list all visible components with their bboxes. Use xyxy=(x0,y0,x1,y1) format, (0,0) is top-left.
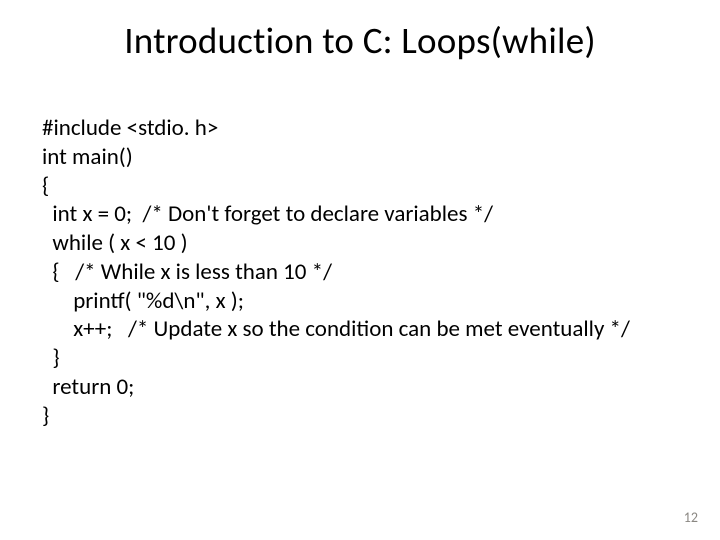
code-line: #include <stdio. h> xyxy=(42,114,678,143)
code-line: } xyxy=(42,402,678,431)
code-line: int main() xyxy=(42,143,678,172)
code-block: #include <stdio. h> int main() { int x =… xyxy=(42,114,678,430)
code-line: x++; /* Update x so the condition can be… xyxy=(42,315,678,344)
code-line: int x = 0; /* Don't forget to declare va… xyxy=(42,200,678,229)
code-line: printf( "%d\n", x ); xyxy=(42,287,678,316)
page-number: 12 xyxy=(684,509,698,526)
code-line: return 0; xyxy=(42,373,678,402)
slide: Introduction to C: Loops(while) #include… xyxy=(0,0,720,540)
code-line: { /* While x is less than 10 */ xyxy=(42,258,678,287)
slide-title: Introduction to C: Loops(while) xyxy=(0,18,720,63)
code-line: } xyxy=(42,344,678,373)
code-line: while ( x < 10 ) xyxy=(42,229,678,258)
code-line: { xyxy=(42,172,678,201)
